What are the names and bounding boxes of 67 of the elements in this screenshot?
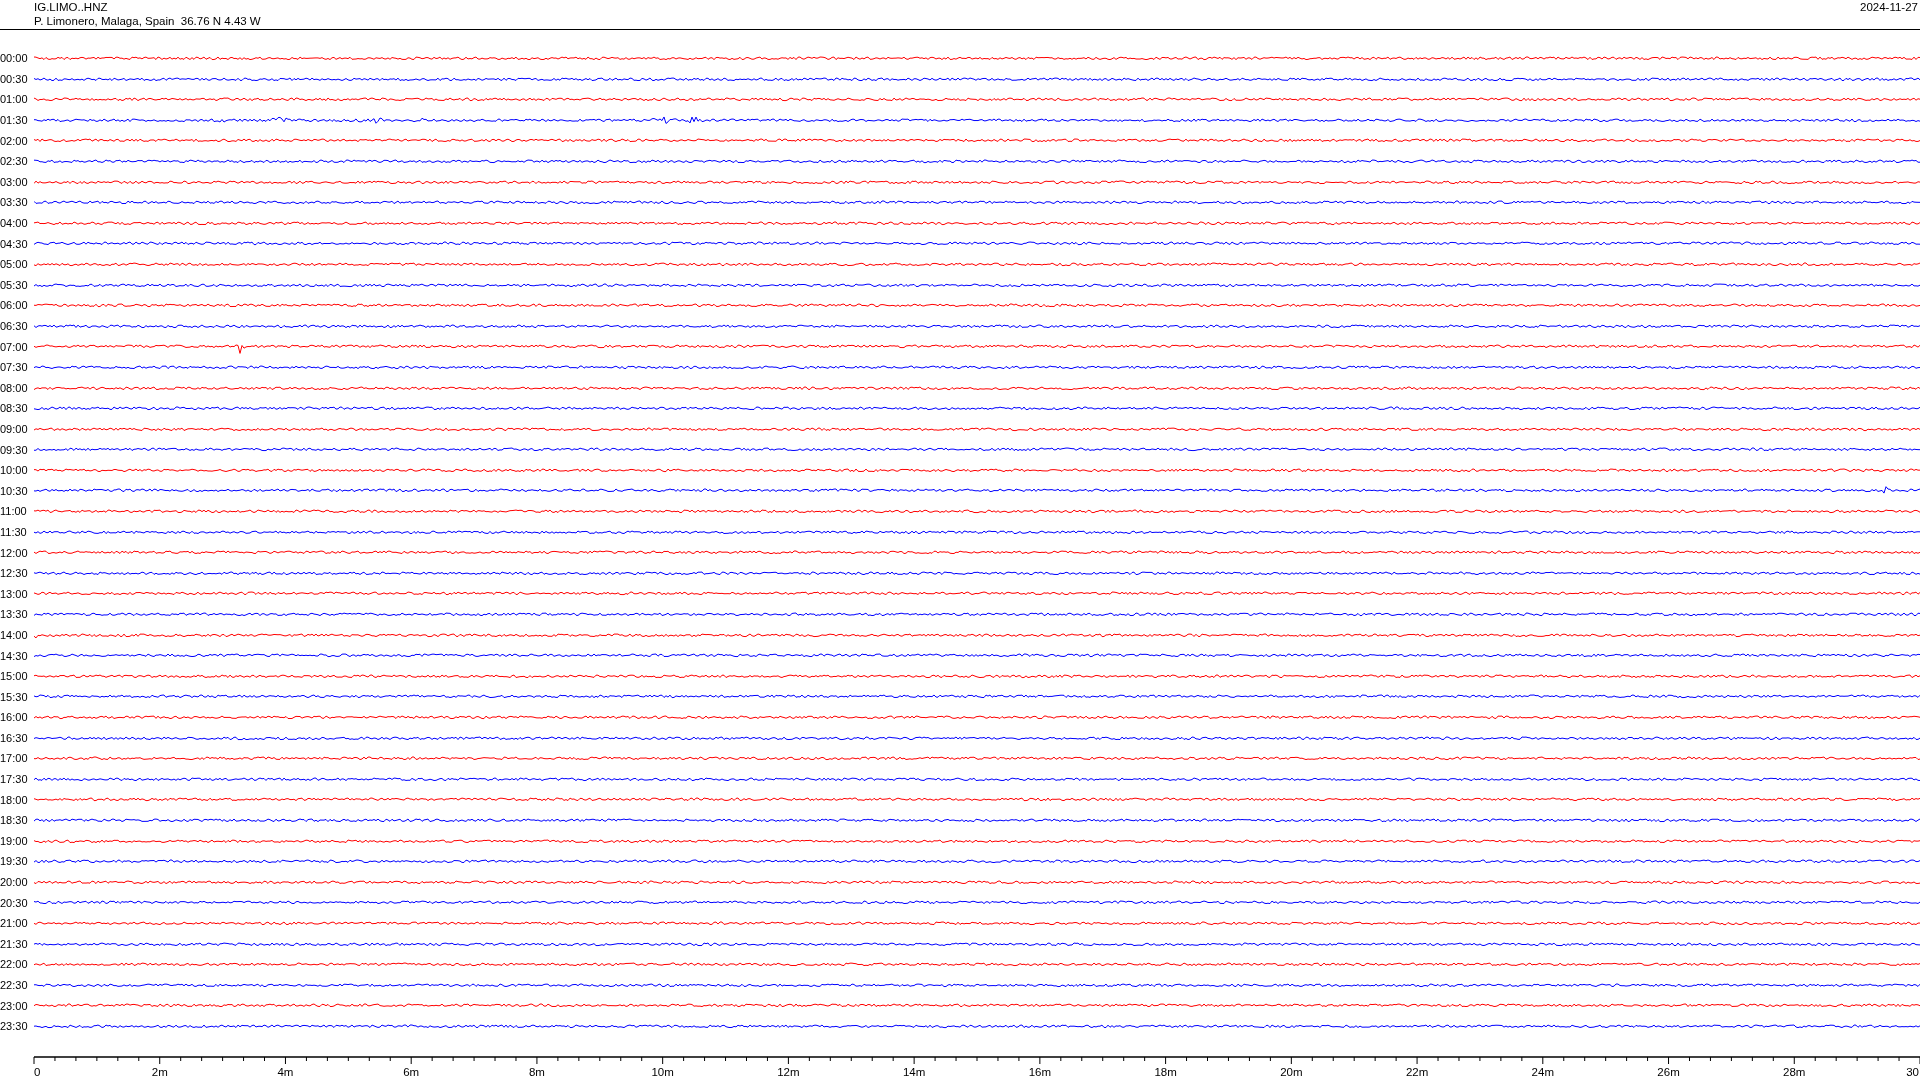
axis-label: 30: [1906, 1065, 1919, 1078]
time-label: 05:00: [0, 258, 29, 271]
axis-label: 26m: [1657, 1065, 1680, 1078]
axis-label: 8m: [528, 1065, 545, 1078]
time-label: 00:30: [0, 72, 29, 85]
time-label: 04:00: [0, 217, 29, 230]
time-label: 07:30: [0, 361, 29, 374]
axis-label: 24m: [1531, 1065, 1554, 1078]
time-label: 20:00: [0, 876, 29, 889]
time-label: 10:00: [0, 464, 29, 477]
axis-label: 4m: [277, 1065, 294, 1078]
axis-label: 20m: [1280, 1065, 1303, 1078]
time-label: 21:00: [0, 917, 29, 930]
time-label: 13:00: [0, 587, 29, 600]
time-label: 18:00: [0, 793, 29, 806]
time-label: 03:00: [0, 175, 29, 188]
time-label: 22:00: [0, 958, 29, 971]
axis-label: 16m: [1028, 1065, 1052, 1078]
axis-label: 10m: [651, 1065, 674, 1078]
station-code: IG.LIMO..HNZ: [34, 0, 109, 14]
axis-label: 14m: [902, 1065, 926, 1078]
time-label: 14:00: [0, 628, 29, 641]
time-label: 23:00: [0, 999, 29, 1012]
time-label: 00:00: [0, 52, 29, 65]
axis-label: 18m: [1154, 1065, 1177, 1078]
time-label: 08:00: [0, 381, 29, 394]
time-label: 12:30: [0, 567, 29, 580]
time-label: 19:30: [0, 855, 29, 868]
time-label: 08:30: [0, 402, 29, 415]
time-label: 03:30: [0, 196, 29, 209]
time-label: 09:30: [0, 443, 29, 456]
time-label: 20:30: [0, 896, 29, 909]
time-label: 19:00: [0, 834, 29, 847]
time-label: 02:30: [0, 155, 29, 168]
station-location: P. Limonero, Malaga, Spain 36.76 N 4.43 W: [34, 14, 261, 28]
time-label: 07:00: [0, 340, 29, 353]
time-label: 16:30: [0, 731, 29, 744]
time-label: 17:00: [0, 752, 29, 765]
time-label: 21:30: [0, 937, 29, 950]
time-label: 16:00: [0, 711, 29, 724]
axis-label: 0: [34, 1065, 41, 1078]
time-label: 06:00: [0, 299, 29, 312]
time-label: 01:30: [0, 114, 29, 127]
date-label: 2024-11-27: [1860, 0, 1918, 14]
time-label: 17:30: [0, 773, 29, 786]
axis-label: 22m: [1405, 1065, 1429, 1078]
time-label: 15:00: [0, 670, 29, 683]
axis-label: 28m: [1783, 1065, 1806, 1078]
time-label: 11:00: [0, 505, 28, 518]
time-label: 22:30: [0, 979, 29, 991]
axis-label: 12m: [777, 1065, 800, 1078]
time-label: 18:30: [0, 814, 29, 827]
axis-label: 6m: [403, 1065, 420, 1078]
time-label: 23:30: [0, 1020, 29, 1033]
time-label: 04:30: [0, 237, 29, 250]
time-label: 02:00: [0, 134, 29, 147]
time-label: 12:00: [0, 546, 29, 559]
time-label: 14:30: [0, 649, 29, 662]
time-label: 10:30: [0, 484, 29, 497]
time-label: 01:00: [0, 93, 29, 106]
axis-label: 2m: [151, 1065, 168, 1078]
time-label: 15:30: [0, 690, 29, 703]
time-label: 06:30: [0, 320, 29, 332]
time-label: 13:30: [0, 608, 29, 621]
time-label: 09:00: [0, 423, 29, 435]
time-label: 11:30: [0, 525, 28, 538]
time-label: 05:30: [0, 278, 29, 291]
